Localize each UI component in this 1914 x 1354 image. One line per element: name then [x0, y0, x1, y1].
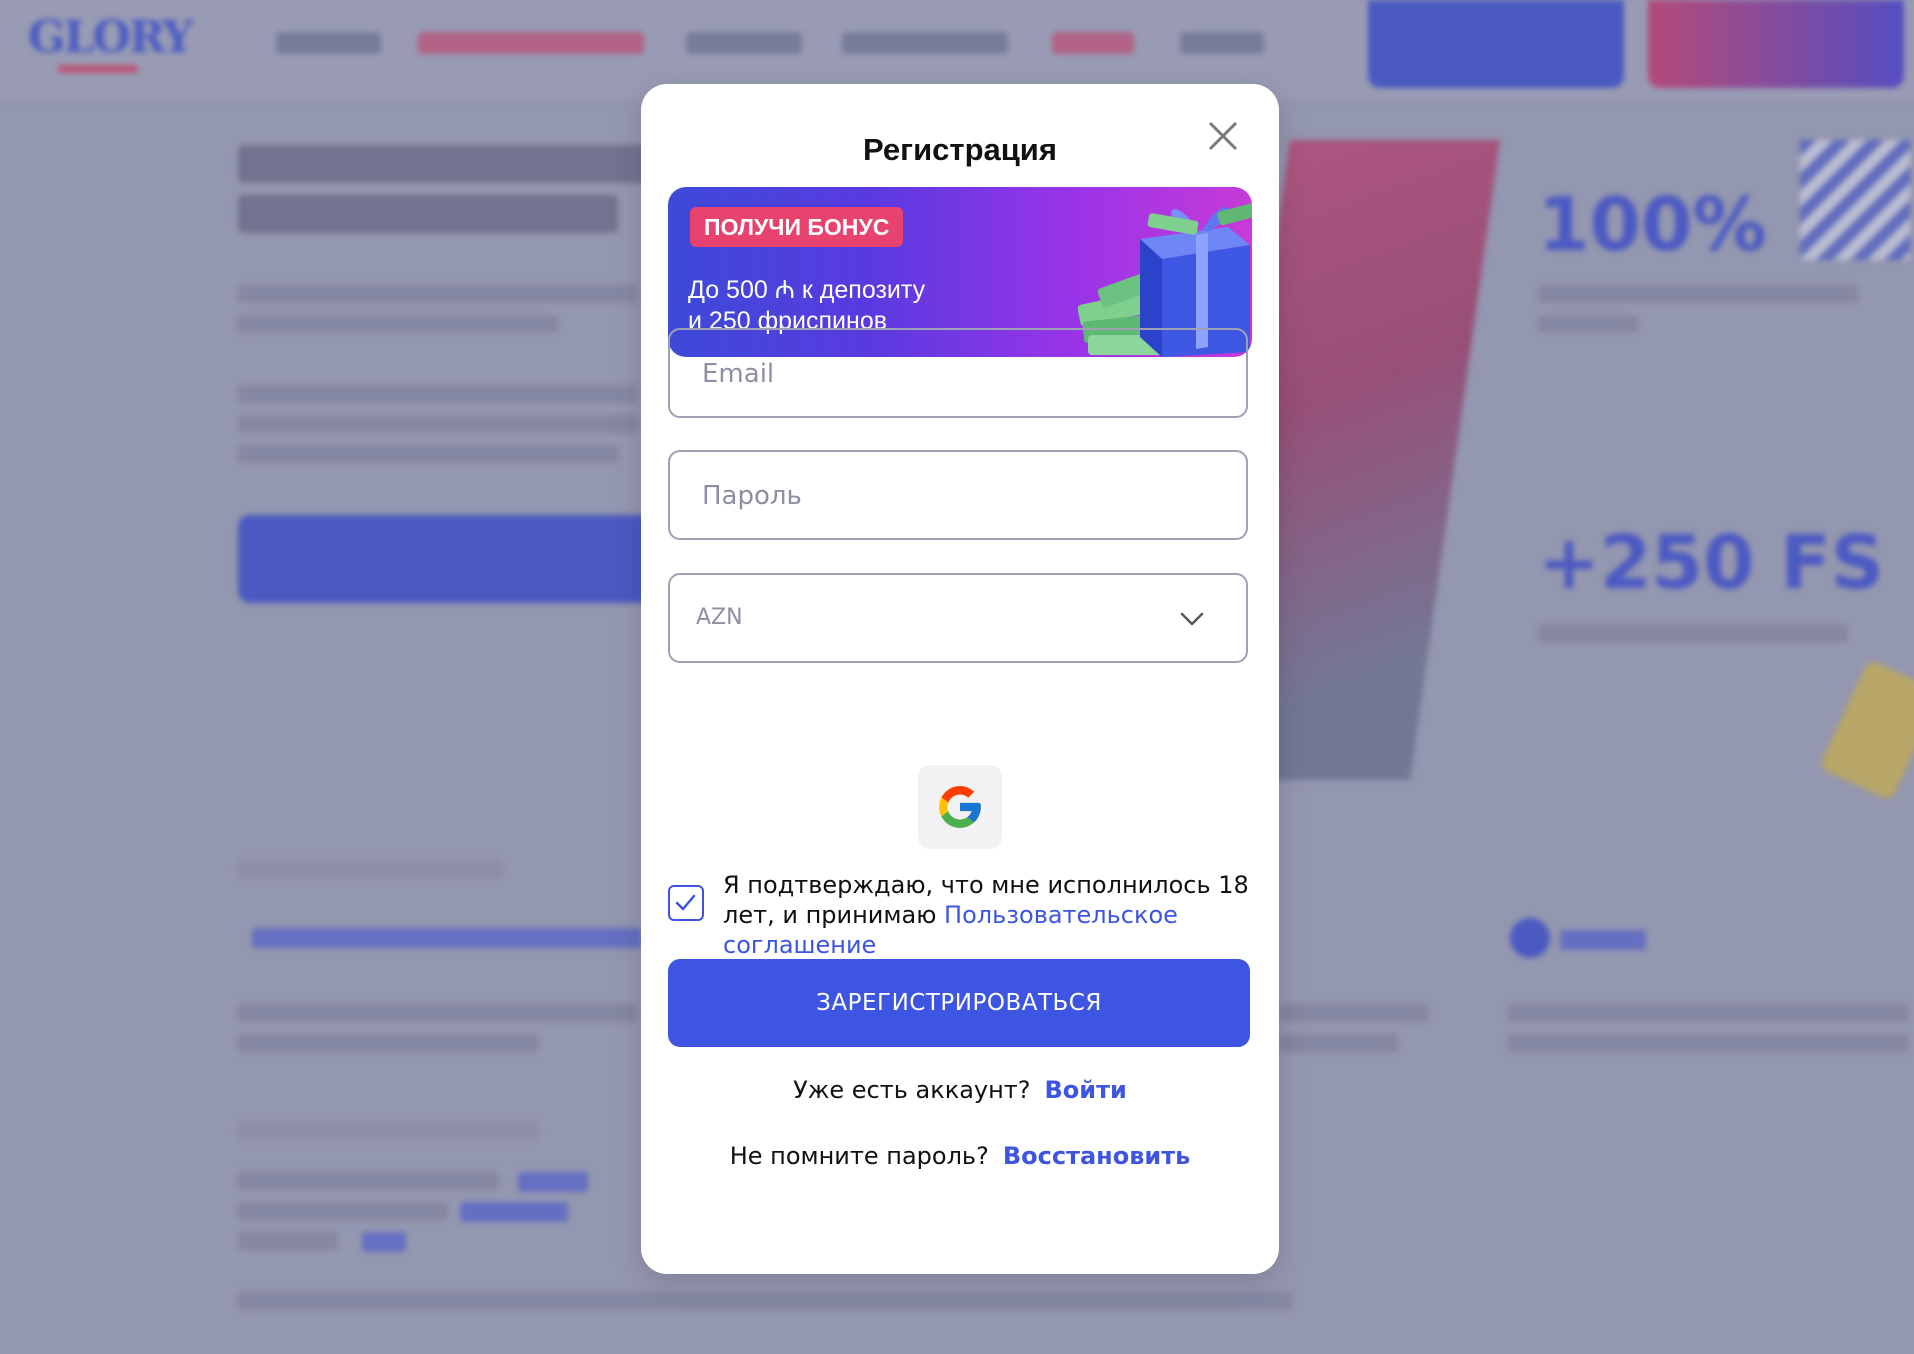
password-input[interactable]: [700, 452, 1204, 540]
email-input[interactable]: [700, 330, 1204, 418]
age-consent-checkbox[interactable]: [668, 885, 704, 921]
login-prompt-text: Уже есть аккаунт?: [793, 1076, 1031, 1104]
check-icon: [675, 894, 696, 911]
restore-prompt: Не помните пароль? Восстановить: [641, 1142, 1279, 1170]
google-signin-button[interactable]: [918, 765, 1002, 849]
modal-title: Регистрация: [863, 132, 1057, 167]
close-button[interactable]: [1201, 114, 1245, 158]
restore-prompt-text: Не помните пароль?: [729, 1142, 989, 1170]
email-field[interactable]: [668, 328, 1248, 418]
chevron-down-icon: [1180, 612, 1204, 626]
password-field[interactable]: [668, 450, 1248, 540]
bonus-line-1: До 500 ₼ к депозиту: [688, 276, 926, 304]
close-icon: [1208, 121, 1238, 151]
currency-select[interactable]: AZN: [668, 573, 1248, 663]
bonus-badge: ПОЛУЧИ БОНУС: [690, 207, 904, 247]
login-prompt: Уже есть аккаунт? Войти: [641, 1076, 1279, 1104]
currency-select-value: AZN: [696, 605, 743, 630]
login-link[interactable]: Войти: [1045, 1076, 1127, 1104]
register-button[interactable]: ЗАРЕГИСТРИРОВАТЬСЯ: [668, 959, 1250, 1047]
restore-password-link[interactable]: Восстановить: [1003, 1142, 1191, 1170]
consent-text: Я подтверждаю, что мне исполнилось 18 ле…: [723, 870, 1263, 960]
google-icon: [939, 786, 981, 828]
registration-modal: Регистрация ПОЛУЧИ БОНУС До 500 ₼ к депо…: [641, 84, 1279, 1274]
